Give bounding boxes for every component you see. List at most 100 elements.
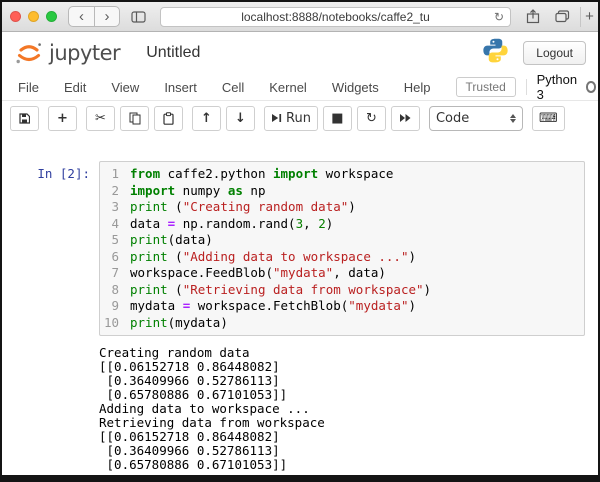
line-number: 1 [111, 166, 119, 181]
menu-divider [525, 79, 527, 95]
input-prompt: In [2]: [37, 166, 90, 181]
code-line-7[interactable]: 7 workspace.FeedBlob("mydata", data) [104, 265, 580, 282]
jupyter-planet-icon [16, 42, 41, 63]
jupyter-logo[interactable]: jupyter [14, 40, 121, 67]
code-line-5[interactable]: 5 print(data) [104, 232, 580, 249]
line-number: 2 [111, 182, 119, 198]
restart-kernel-button[interactable]: ↻ [356, 105, 386, 131]
line-number: 3 [111, 199, 119, 214]
cut-cell-button[interactable]: ✂ [86, 105, 115, 131]
sidebar-toggle-button[interactable] [127, 7, 149, 27]
code-line-1[interactable]: 1 from caffe2.python import workspace [104, 166, 580, 183]
share-icon [526, 9, 540, 24]
output-line: Retrieving data from workspace [99, 415, 325, 430]
add-cell-button[interactable]: + [48, 105, 77, 131]
output-line: [0.36409966 0.52786113] [99, 443, 280, 458]
share-button[interactable] [522, 7, 544, 27]
nav-buttons: ‹ › [68, 6, 120, 27]
kernel-idle-icon [585, 81, 597, 93]
jupyter-wordmark: jupyter [49, 41, 121, 65]
menu-item-view[interactable]: View [111, 80, 139, 95]
notebook-title[interactable]: Untitled [146, 44, 200, 62]
output-line: Creating random data [99, 345, 250, 360]
logout-button[interactable]: Logout [523, 41, 586, 65]
output-area: Creating random data [[0.06152718 0.86448… [99, 346, 598, 472]
line-number: 5 [111, 232, 119, 247]
menu-items: File Edit View Insert Cell Kernel Widgets Help [18, 80, 456, 95]
line-number: 4 [111, 215, 119, 231]
close-window-button[interactable] [10, 11, 21, 22]
save-icon [19, 112, 30, 124]
move-cell-down-button[interactable]: ↓ [226, 105, 255, 131]
select-arrows-icon [509, 113, 516, 123]
run-label: Run [286, 110, 311, 126]
sidebar-icon [130, 10, 146, 23]
output-cell: Creating random data [[0.06152718 0.86448… [2, 346, 598, 472]
window-controls [10, 11, 57, 22]
copy-icon [129, 112, 140, 124]
output-line: Adding data to workspace ... [99, 401, 310, 416]
output-line: [0.65780886 0.67101053]] [99, 457, 288, 472]
menu-item-insert[interactable]: Insert [164, 80, 197, 95]
code-line-3[interactable]: 3 print ("Creating random data") [104, 199, 580, 216]
interrupt-kernel-button[interactable]: ■ [322, 105, 352, 131]
menu-item-help[interactable]: Help [404, 80, 431, 95]
code-area[interactable]: 1 from caffe2.python import workspace 2 imp… [99, 161, 585, 336]
paste-cell-button[interactable] [154, 105, 183, 131]
notebook-body: In [2]: 1 from caffe2.python import works… [2, 135, 598, 475]
code-line-8[interactable]: 8 print ("Retrieving data from workspace"… [104, 282, 580, 299]
line-number: 9 [111, 298, 119, 313]
output-line: [0.36409966 0.52786113] [99, 373, 280, 388]
trusted-badge[interactable]: Trusted [455, 77, 516, 97]
menu-item-file[interactable]: File [18, 80, 39, 95]
browser-window: ‹ › localhost:8888/notebooks/caffe2_tu ↻ [0, 0, 600, 482]
code-cell: In [2]: 1 from caffe2.python import works… [2, 161, 598, 336]
code-line-9[interactable]: 9 mydata = workspace.FetchBlob("mydata") [104, 298, 580, 315]
forward-button[interactable]: › [94, 7, 119, 26]
code-line-2[interactable]: 2 import numpy as np [104, 183, 580, 200]
code-line-4[interactable]: 4 data = np.random.rand(3, 2) [104, 216, 580, 233]
run-icon [272, 114, 282, 122]
zoom-window-button[interactable] [46, 11, 57, 22]
restart-run-all-button[interactable] [390, 105, 420, 131]
fast-forward-icon [399, 114, 411, 122]
tab-overview-button[interactable] [551, 7, 573, 27]
output-line: [0.65780886 0.67101053]] [99, 387, 288, 402]
copy-cell-button[interactable] [120, 105, 149, 131]
menu-item-cell[interactable]: Cell [222, 80, 244, 95]
code-line-6[interactable]: 6 print ("Adding data to workspace ...") [104, 249, 580, 266]
menu-bar: File Edit View Insert Cell Kernel Widgets Help … [2, 72, 598, 102]
back-button[interactable]: ‹ [69, 7, 94, 26]
address-bar[interactable]: localhost:8888/notebooks/caffe2_tu ↻ [160, 6, 511, 27]
url-text: localhost:8888/notebooks/caffe2_tu [241, 9, 430, 24]
line-number: 7 [111, 265, 119, 280]
notebook-header: jupyter Untitled Logout [2, 32, 598, 74]
reload-icon[interactable]: ↻ [494, 10, 504, 24]
command-palette-button[interactable]: ⌨ [531, 105, 565, 131]
move-cell-up-button[interactable]: ↑ [192, 105, 221, 131]
python-logo-icon [482, 37, 509, 69]
line-number: 10 [104, 314, 120, 330]
cell-type-select[interactable]: Code [428, 105, 523, 131]
menu-right: Trusted Python 3 [455, 72, 597, 102]
output-prompt [2, 346, 99, 472]
line-number: 8 [111, 281, 119, 297]
menu-item-widgets[interactable]: Widgets [332, 80, 379, 95]
new-tab-button[interactable]: + [580, 6, 598, 27]
output-line: [[0.06152718 0.86448082] [99, 429, 280, 444]
output-line: [[0.06152718 0.86448082] [99, 359, 280, 374]
notebook-toolbar: + ✂ ↑ ↓ Run ■ ↻ Code ⌨ [2, 101, 598, 135]
tabs-icon [554, 10, 569, 23]
kernel-indicator: Python 3 [537, 72, 597, 102]
run-cell-button[interactable]: Run [264, 105, 318, 131]
menu-item-kernel[interactable]: Kernel [269, 80, 307, 95]
line-number: 6 [111, 248, 119, 264]
code-line-10[interactable]: 10 print(mydata) [104, 315, 580, 332]
cell-type-value: Code [435, 110, 470, 126]
browser-chrome: ‹ › localhost:8888/notebooks/caffe2_tu ↻ [2, 2, 598, 32]
minimize-window-button[interactable] [28, 11, 39, 22]
menu-item-edit[interactable]: Edit [64, 80, 86, 95]
kernel-name: Python 3 [536, 72, 578, 102]
save-button[interactable] [10, 105, 39, 131]
paste-icon [163, 111, 174, 125]
